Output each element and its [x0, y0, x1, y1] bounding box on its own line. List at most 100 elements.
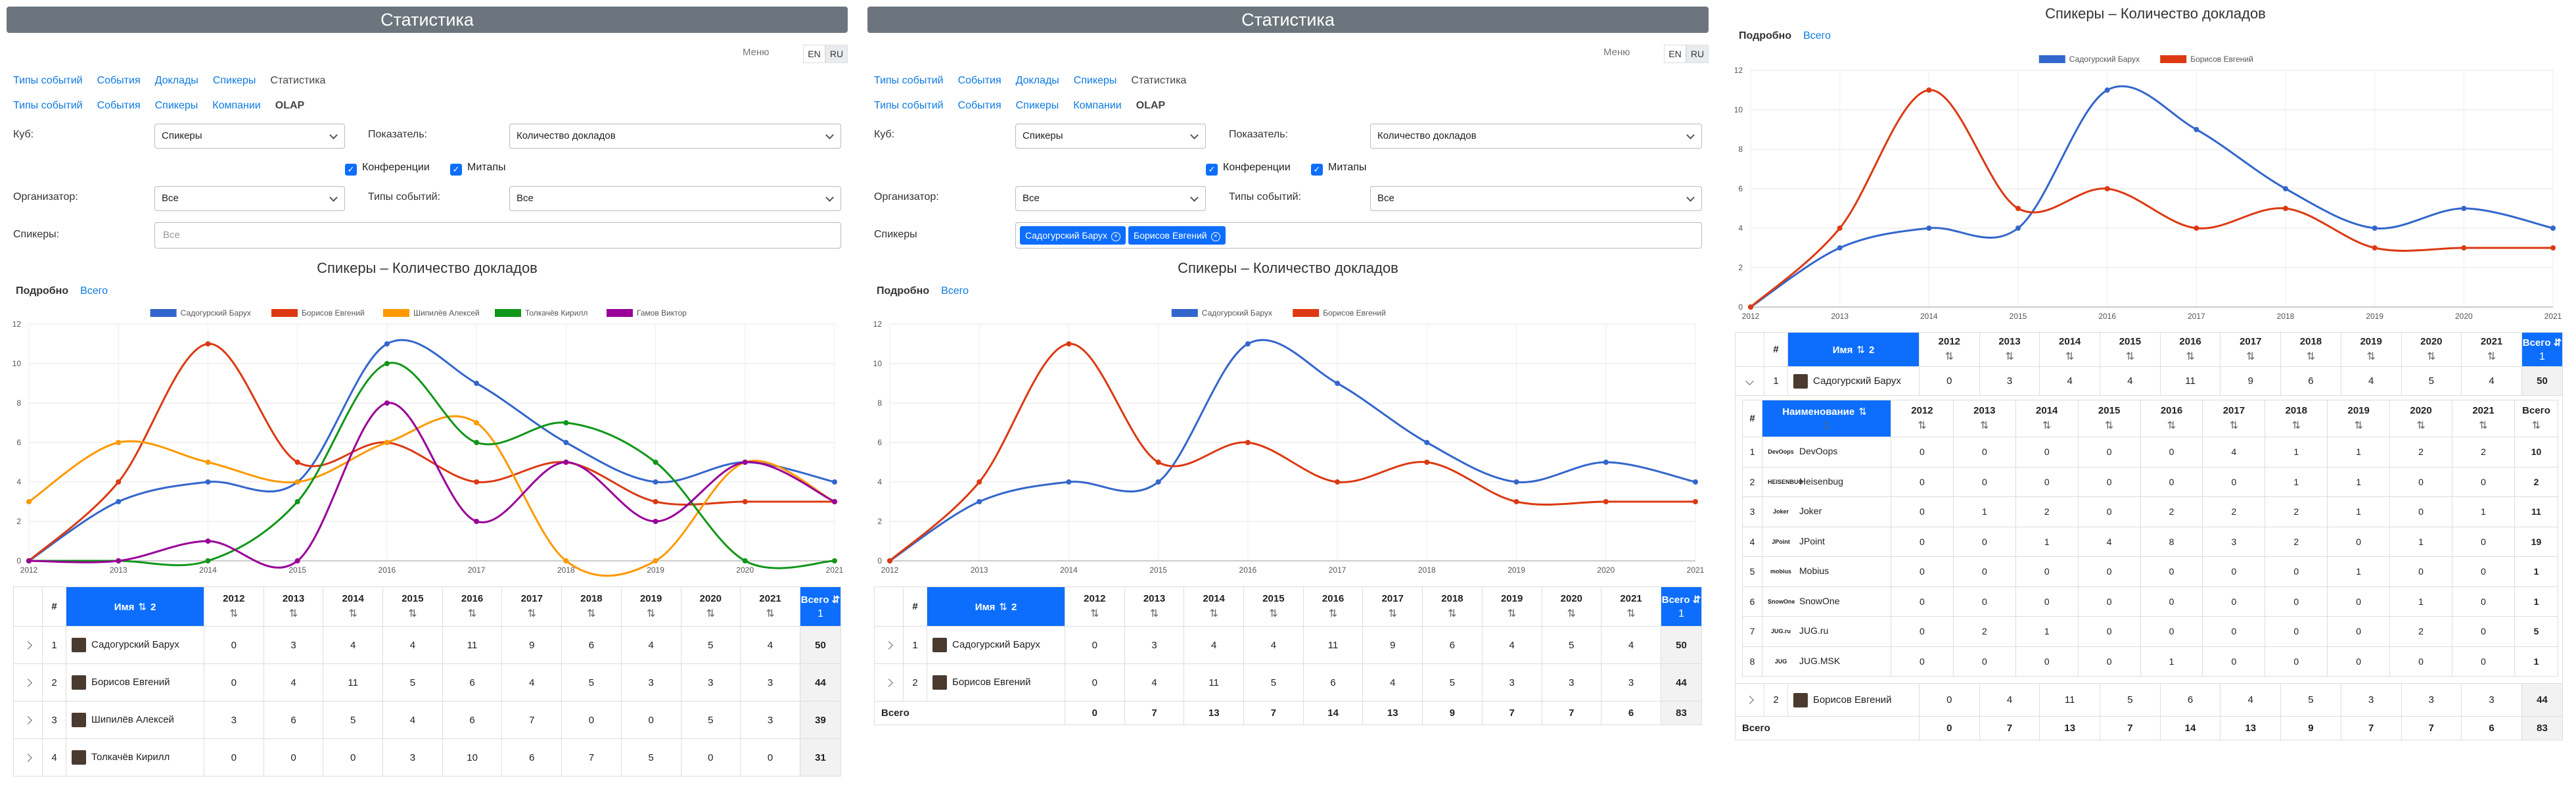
nav-stat-companies[interactable]: Компании — [212, 100, 261, 111]
year-column-header[interactable]: 2019 ⇅ — [2340, 332, 2402, 367]
toggle-total[interactable]: Всего — [941, 285, 969, 297]
year-column-header[interactable]: 2015 ⇅ — [1243, 586, 1304, 627]
year-column-header[interactable]: 2014 ⇅ — [323, 586, 384, 627]
year-column-header[interactable]: 2015 ⇅ — [382, 586, 443, 627]
year-column-header[interactable]: 2019 ⇅ — [1481, 586, 1542, 627]
year-column-header[interactable]: 2016 ⇅ — [442, 586, 503, 627]
lang-ru-button[interactable]: RU — [1686, 45, 1709, 63]
remove-tag-icon[interactable]: × — [1111, 232, 1121, 241]
year-column-header[interactable]: 2014 ⇅ — [2015, 400, 2079, 437]
metric-select[interactable]: Количество докладов — [509, 124, 841, 149]
year-column-header[interactable]: 2016 ⇅ — [2159, 332, 2221, 367]
cube-select[interactable]: Спикеры — [1015, 124, 1206, 149]
year-column-header[interactable]: 2020 ⇅ — [2389, 400, 2453, 437]
nav-stat-events[interactable]: События — [97, 100, 141, 111]
nav-event-types[interactable]: Типы событий — [874, 75, 944, 86]
year-column-header[interactable]: 2014 ⇅ — [1184, 586, 1245, 627]
toggle-detail[interactable]: Подробно — [1739, 30, 1791, 41]
name-column-header[interactable]: Имя ⇅ 2 — [66, 586, 204, 627]
cube-select[interactable]: Спикеры — [154, 124, 345, 149]
speakers-input[interactable]: Садогурский Барух × Борисов Евгений × — [1015, 222, 1702, 249]
year-column-header[interactable]: 2020 ⇅ — [1541, 586, 1602, 627]
table-row[interactable]: 2 Борисов Евгений 0 4 11 5 6 4 5 3 3 3 44 — [874, 663, 1702, 702]
chevron-down-icon[interactable] — [1745, 377, 1754, 385]
total-column-header[interactable]: Всего ⇵ 1 — [2521, 332, 2563, 367]
conference-name-column-header[interactable]: Наименование ⇅ 1 — [1762, 400, 1891, 437]
table-row[interactable]: 2 Борисов Евгений 0 4 11 5 6 4 5 3 3 3 44 — [1735, 683, 2563, 717]
checkbox-meetups[interactable]: ✓ Митапы — [1311, 162, 1366, 176]
year-column-header[interactable]: 2012 ⇅ — [1891, 400, 1954, 437]
year-column-header[interactable]: 2021 ⇅ — [740, 586, 800, 627]
year-column-header[interactable]: 2016 ⇅ — [2140, 400, 2203, 437]
toggle-detail[interactable]: Подробно — [877, 285, 929, 297]
total-column-header[interactable]: Всего ⇵ 1 — [800, 586, 841, 627]
year-column-header[interactable]: 2015 ⇅ — [2077, 400, 2141, 437]
nav-statistics[interactable]: Статистика — [270, 75, 325, 86]
year-column-header[interactable]: 2018 ⇅ — [1422, 586, 1483, 627]
toggle-detail[interactable]: Подробно — [16, 285, 68, 297]
nav-event-types[interactable]: Типы событий — [13, 75, 83, 86]
speaker-tag[interactable]: Борисов Евгений × — [1128, 226, 1226, 245]
year-column-header[interactable]: 2018 ⇅ — [2280, 332, 2341, 367]
expand-toggle[interactable] — [13, 626, 43, 664]
nav-stat-companies[interactable]: Компании — [1073, 100, 1122, 111]
checkbox-conferences[interactable]: ✓ Конференции — [345, 162, 430, 176]
year-column-header[interactable]: 2020 ⇅ — [680, 586, 741, 627]
table-row[interactable]: 1 Садогурский Барух 0 3 4 4 11 9 6 4 5 4 50 — [13, 626, 841, 664]
speaker-tag[interactable]: Садогурский Барух × — [1020, 226, 1126, 245]
year-column-header[interactable]: 2021 ⇅ — [2461, 332, 2522, 367]
nav-speakers[interactable]: Спикеры — [1074, 75, 1117, 86]
nav-talks[interactable]: Доклады — [1016, 75, 1059, 86]
chevron-right-icon[interactable] — [24, 678, 32, 687]
remove-tag-icon[interactable]: × — [1210, 232, 1220, 241]
year-column-header[interactable]: 2017 ⇅ — [1362, 586, 1423, 627]
organizer-select[interactable]: Все — [1015, 186, 1206, 211]
chevron-right-icon[interactable] — [1745, 696, 1754, 704]
toggle-total[interactable]: Всего — [1803, 30, 1831, 41]
nav-stat-olap[interactable]: OLAP — [1136, 100, 1165, 111]
year-column-header[interactable]: 2019 ⇅ — [620, 586, 681, 627]
year-column-header[interactable]: 2015 ⇅ — [2100, 332, 2161, 367]
table-row[interactable]: 3 Шипилёв Алексей 3 6 5 4 6 7 0 0 5 3 39 — [13, 701, 841, 739]
nav-stat-speakers[interactable]: Спикеры — [1016, 100, 1059, 111]
chevron-right-icon[interactable] — [24, 640, 32, 650]
nav-stat-event-types[interactable]: Типы событий — [874, 100, 944, 111]
event-types-select[interactable]: Все — [509, 186, 841, 211]
year-column-header[interactable]: 2017 ⇅ — [2220, 332, 2282, 367]
table-row[interactable]: 4 Толкачёв Кирилл 0 0 0 3 10 6 7 5 0 0 31 — [13, 738, 841, 777]
chevron-right-icon[interactable] — [885, 678, 893, 687]
lang-en-button[interactable]: EN — [803, 45, 825, 63]
nav-stat-event-types[interactable]: Типы событий — [13, 100, 83, 111]
organizer-select[interactable]: Все — [154, 186, 345, 211]
speakers-input[interactable]: Все — [154, 222, 841, 249]
nav-events[interactable]: События — [958, 75, 1001, 86]
year-column-header[interactable]: 2013 ⇅ — [1979, 332, 2040, 367]
year-column-header[interactable]: 2016 ⇅ — [1302, 586, 1364, 627]
total-column-header[interactable]: Всего ⇅ — [2514, 400, 2558, 437]
menu-link[interactable]: Меню — [1603, 47, 1630, 58]
lang-ru-button[interactable]: RU — [825, 45, 848, 63]
expand-toggle[interactable] — [1735, 683, 1764, 717]
toggle-total[interactable]: Всего — [80, 285, 108, 297]
checkbox-conferences[interactable]: ✓ Конференции — [1206, 162, 1291, 176]
year-column-header[interactable]: 2017 ⇅ — [2202, 400, 2266, 437]
nav-stat-speakers[interactable]: Спикеры — [155, 100, 198, 111]
expand-toggle[interactable] — [874, 626, 904, 664]
year-column-header[interactable]: 2012 ⇅ — [204, 586, 264, 627]
year-column-header[interactable]: 2021 ⇅ — [2452, 400, 2515, 437]
expand-toggle[interactable] — [13, 701, 43, 739]
year-column-header[interactable]: 2013 ⇅ — [1952, 400, 2016, 437]
year-column-header[interactable]: 2013 ⇅ — [1124, 586, 1185, 627]
name-column-header[interactable]: Имя ⇅ 2 — [1787, 332, 1920, 367]
year-column-header[interactable]: 2019 ⇅ — [2327, 400, 2391, 437]
year-column-header[interactable]: 2017 ⇅ — [501, 586, 563, 627]
chevron-right-icon[interactable] — [24, 753, 32, 762]
total-column-header[interactable]: Всего ⇵ 1 — [1661, 586, 1702, 627]
table-row[interactable]: 1 Садогурский Барух 0 3 4 4 11 9 6 4 5 4 50 — [1735, 366, 2563, 396]
expand-toggle[interactable] — [13, 738, 43, 777]
table-row[interactable]: 2 Борисов Евгений 0 4 11 5 6 4 5 3 3 3 44 — [13, 663, 841, 702]
lang-en-button[interactable]: EN — [1664, 45, 1686, 63]
nav-speakers[interactable]: Спикеры — [213, 75, 256, 86]
table-row[interactable]: 1 Садогурский Барух 0 3 4 4 11 9 6 4 5 4 50 — [874, 626, 1702, 664]
chevron-right-icon[interactable] — [885, 640, 893, 650]
